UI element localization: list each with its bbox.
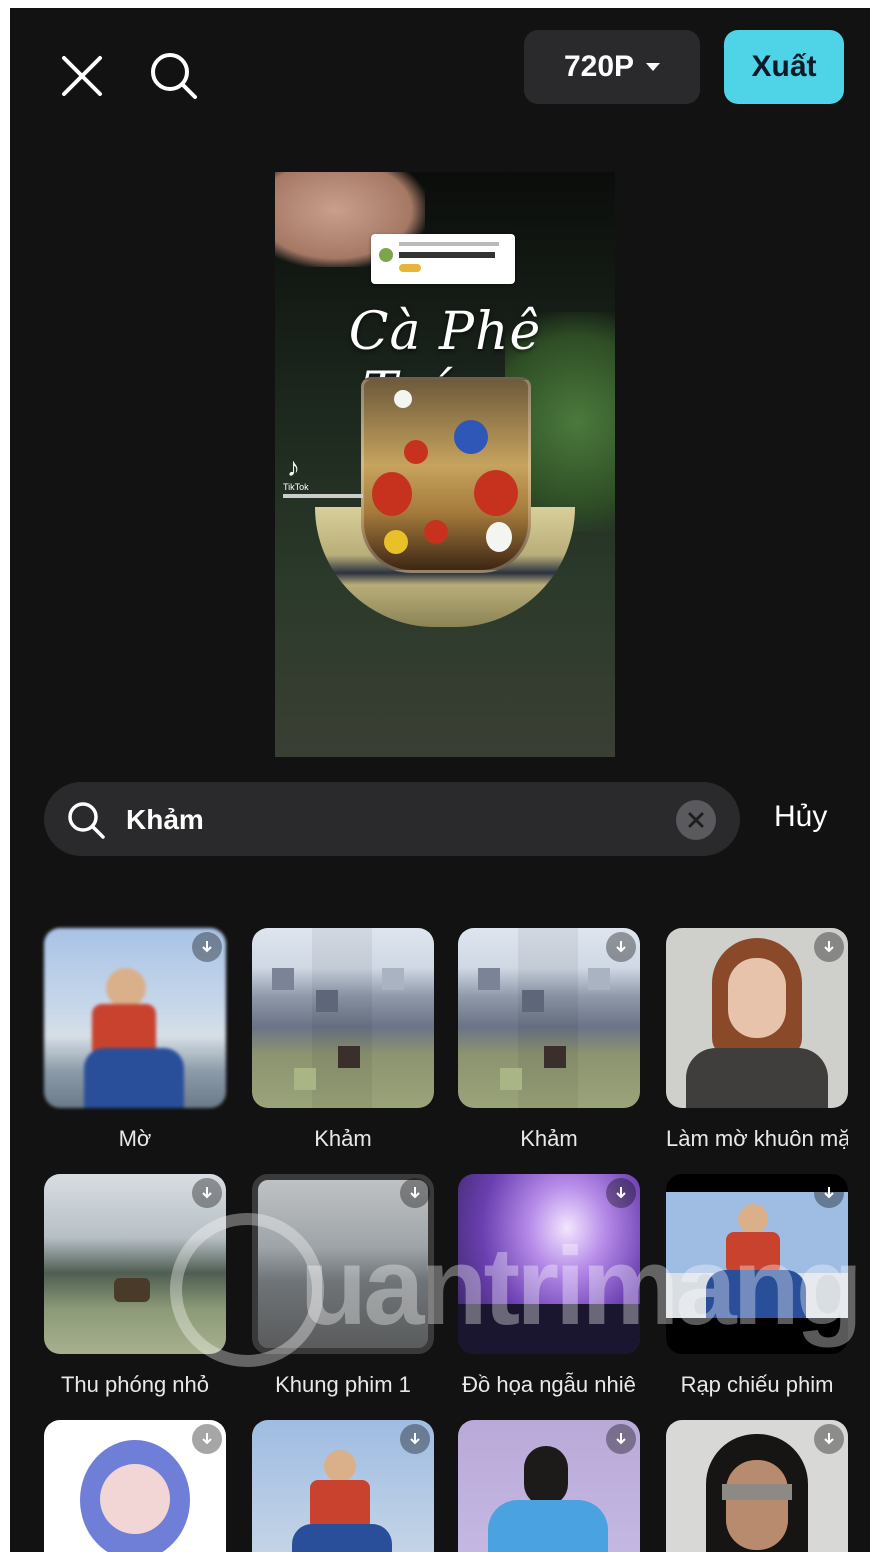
tiktok-label: TikTok: [283, 482, 309, 492]
polka-dot: [384, 530, 408, 554]
person-figure: [524, 1446, 568, 1506]
search-icon: [68, 802, 105, 839]
effect-tile[interactable]: Rạp chiếu phim: [666, 1174, 848, 1398]
comment-sticker: [371, 234, 515, 284]
mosaic-cell: [500, 1068, 522, 1090]
polka-dot: [454, 420, 488, 454]
close-button[interactable]: [50, 44, 114, 108]
crowd-silhouette: [458, 1304, 640, 1354]
download-icon[interactable]: [400, 1178, 430, 1208]
effect-tile[interactable]: [458, 1420, 640, 1552]
effect-tile[interactable]: Khảm: [252, 928, 434, 1152]
polka-dot: [404, 440, 428, 464]
download-icon[interactable]: [814, 1424, 844, 1454]
comment-line: [399, 242, 499, 246]
effect-label: Mờ: [118, 1126, 152, 1151]
person-figure: [292, 1524, 392, 1552]
polka-dot: [474, 470, 518, 516]
download-icon[interactable]: [400, 1424, 430, 1454]
effect-tile[interactable]: Khung phim 1: [252, 1174, 434, 1398]
person-figure: [310, 1480, 370, 1530]
mosaic-cell: [272, 968, 294, 990]
comment-line: [399, 252, 495, 258]
person-figure: [728, 958, 786, 1038]
effect-tile[interactable]: [666, 1420, 848, 1552]
effect-label: Thu phóng nhỏ: [60, 1372, 210, 1397]
download-icon[interactable]: [814, 1178, 844, 1208]
video-preview[interactable]: Cà Phê Trứng ♪ TikTok: [275, 172, 615, 757]
download-icon[interactable]: [192, 1178, 222, 1208]
blur-bar: [722, 1484, 792, 1500]
anime-figure: [100, 1464, 170, 1534]
effect-tile[interactable]: [252, 1420, 434, 1552]
person-figure: [488, 1500, 608, 1552]
comment-avatar: [379, 248, 393, 262]
mosaic-cell: [544, 1046, 566, 1068]
clear-search-button[interactable]: [676, 800, 716, 840]
person-figure: [84, 1048, 184, 1108]
resolution-dropdown[interactable]: 720P: [524, 30, 700, 104]
effect-thumbnail: [252, 928, 434, 1108]
polka-dot: [394, 390, 412, 408]
search-icon: [151, 53, 197, 99]
preview-glass: [361, 377, 531, 573]
export-label: Xuất: [751, 50, 817, 83]
tiktok-handle: [283, 494, 363, 498]
effect-search-bar[interactable]: Khảm: [44, 782, 740, 856]
effect-label: Làm mờ khuôn mặ: [666, 1126, 848, 1151]
mosaic-cell: [316, 990, 338, 1012]
download-icon[interactable]: [606, 1424, 636, 1454]
close-icon: [62, 56, 102, 96]
mosaic-cell: [338, 1046, 360, 1068]
download-icon[interactable]: [606, 1178, 636, 1208]
effect-label: Rạp chiếu phim: [680, 1372, 834, 1397]
mosaic-cell: [522, 990, 544, 1012]
person-figure: [738, 1204, 768, 1234]
effect-tile[interactable]: Đồ họa ngẫu nhiê: [458, 1174, 640, 1398]
search-button[interactable]: [142, 44, 206, 108]
effect-label: Khung phim 1: [275, 1372, 411, 1397]
download-icon[interactable]: [192, 932, 222, 962]
person-figure: [706, 1270, 806, 1318]
effect-label: Khảm: [520, 1126, 578, 1151]
effect-label: Đồ họa ngẫu nhiê: [462, 1372, 636, 1397]
clear-icon: [688, 812, 704, 828]
person-figure: [324, 1450, 356, 1482]
polka-dot: [424, 520, 448, 544]
download-icon[interactable]: [606, 932, 636, 962]
mosaic-cell: [382, 968, 404, 990]
deer-figure: [114, 1278, 150, 1302]
person-figure: [686, 1048, 828, 1108]
download-icon[interactable]: [192, 1424, 222, 1454]
person-figure: [726, 1232, 780, 1274]
export-button[interactable]: Xuất: [724, 30, 844, 104]
tiktok-logo-icon: ♪: [287, 452, 300, 482]
cancel-search-button[interactable]: Hủy: [774, 800, 827, 834]
comment-emoji: [399, 264, 421, 272]
mosaic-cell: [294, 1068, 316, 1090]
search-input[interactable]: Khảm: [126, 804, 204, 836]
mosaic-art: [252, 928, 434, 1108]
person-figure: [106, 968, 146, 1008]
mosaic-cell: [588, 968, 610, 990]
effect-tile[interactable]: Thu phóng nhỏ: [44, 1174, 226, 1398]
effect-tile[interactable]: [44, 1420, 226, 1552]
caret-down-icon: [646, 63, 661, 71]
app-screen: 720P Xuất Cà Phê Trứng ♪ TikTok: [10, 8, 870, 1552]
mosaic-cell: [478, 968, 500, 990]
resolution-label: 720P: [563, 50, 635, 83]
effect-tile[interactable]: Mờ: [44, 928, 226, 1152]
polka-dot: [486, 522, 512, 552]
person-figure: [726, 1460, 788, 1550]
polka-dot: [372, 472, 412, 516]
effect-tile[interactable]: Khảm: [458, 928, 640, 1152]
effect-tile[interactable]: Làm mờ khuôn mặ: [666, 928, 848, 1152]
download-icon[interactable]: [814, 932, 844, 962]
effect-label: Khảm: [314, 1126, 372, 1151]
